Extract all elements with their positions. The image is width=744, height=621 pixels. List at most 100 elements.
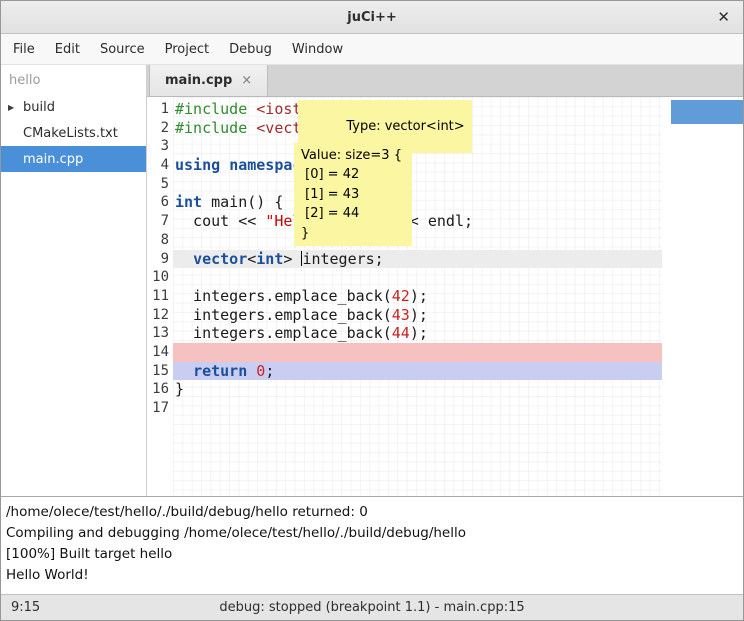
line-number: 9 xyxy=(147,250,173,269)
minimap-thumb[interactable] xyxy=(671,100,743,124)
window-close-icon[interactable]: ✕ xyxy=(717,8,730,26)
tab-main-cpp[interactable]: main.cpp × xyxy=(149,65,268,96)
code-token: vector xyxy=(193,250,247,268)
file-tree-panel: hello ▶ build CMakeLists.txt main.cpp xyxy=(1,65,147,496)
code-token: return xyxy=(193,362,247,380)
editor-pane: main.cpp× 1234567891011121314151617 #inc… xyxy=(147,65,743,496)
terminal-output[interactable]: /home/olece/test/hello/./build/debug/hel… xyxy=(1,496,743,594)
code-token xyxy=(175,362,193,380)
code-token: 0 xyxy=(256,362,265,380)
tab-bar: main.cpp × xyxy=(147,65,743,97)
line-number: 10 xyxy=(147,268,173,287)
line-number: 1 xyxy=(147,100,173,119)
code-line-12[interactable]: integers.emplace_back(43); xyxy=(173,306,662,325)
title-bar[interactable]: juCi++ ✕ xyxy=(1,1,743,34)
code-token: #include xyxy=(175,119,247,137)
terminal-line: Compiling and debugging /home/olece/test… xyxy=(6,523,738,544)
file-tree-item-build[interactable]: ▶ build xyxy=(1,94,146,120)
code-token: ); xyxy=(410,324,428,342)
code-token: } xyxy=(175,380,184,398)
minimap[interactable] xyxy=(662,97,743,496)
expander-icon[interactable]: ▶ xyxy=(8,103,14,112)
line-number: 17 xyxy=(147,399,173,418)
file-tree-item-label: main.cpp xyxy=(23,152,83,167)
code-token: integers.emplace_back( xyxy=(175,324,392,342)
code-token: int xyxy=(256,250,283,268)
file-tree-item-label: CMakeLists.txt xyxy=(23,126,118,141)
menu-item-file[interactable]: File xyxy=(3,37,45,62)
code-line-9[interactable]: vector<int> integers; xyxy=(173,250,662,269)
editor[interactable]: 1234567891011121314151617 #include <iost… xyxy=(147,97,743,496)
terminal-line: /home/olece/test/hello/./build/debug/hel… xyxy=(6,502,738,523)
code-token xyxy=(247,100,256,118)
code-token: 42 xyxy=(392,287,410,305)
project-root-label[interactable]: hello xyxy=(1,65,146,94)
line-number: 13 xyxy=(147,324,173,343)
code-line-4[interactable]: using namespace std; xyxy=(173,156,662,175)
code-token: main() { xyxy=(202,193,283,211)
code-token xyxy=(220,156,229,174)
code-line-11[interactable]: integers.emplace_back(42); xyxy=(173,287,662,306)
code-line-17[interactable] xyxy=(173,399,662,418)
line-number: 2 xyxy=(147,119,173,138)
menu-item-debug[interactable]: Debug xyxy=(219,37,282,62)
line-number-gutter: 1234567891011121314151617 xyxy=(147,97,173,496)
code-line-5[interactable] xyxy=(173,175,662,194)
tab-label: main.cpp xyxy=(165,73,232,88)
code-token: int xyxy=(175,193,202,211)
debug-value-line: [1] = 43 xyxy=(301,185,405,204)
file-tree-item-main-cpp[interactable]: main.cpp xyxy=(1,146,146,172)
code-token: ); xyxy=(410,306,428,324)
menu-item-edit[interactable]: Edit xyxy=(45,37,90,62)
code-line-8[interactable] xyxy=(173,231,662,250)
code-token: 43 xyxy=(392,306,410,324)
app-window: juCi++ ✕ FileEditSourceProjectDebugWindo… xyxy=(0,0,744,621)
menu-item-window[interactable]: Window xyxy=(282,37,353,62)
code-token: using xyxy=(175,156,220,174)
code-line-6[interactable]: int main() { xyxy=(173,193,662,212)
line-number: 3 xyxy=(147,137,173,156)
code-token: integers.emplace_back( xyxy=(175,306,392,324)
debug-value-tooltip: Value: size=3 { [0] = 42 [1] = 43 [2] = … xyxy=(294,143,412,246)
file-tree: ▶ build CMakeLists.txt main.cpp xyxy=(1,94,146,172)
debug-value-line: Value: size=3 { xyxy=(301,146,405,165)
code-token: #include xyxy=(175,100,247,118)
debug-value-line: } xyxy=(301,224,405,243)
line-number: 6 xyxy=(147,193,173,212)
status-bar: debug: stopped (breakpoint 1.1) - main.c… xyxy=(1,594,743,620)
line-number: 7 xyxy=(147,212,173,231)
code-token: integers.emplace_back( xyxy=(175,287,392,305)
terminal-line: Hello World! xyxy=(6,565,738,586)
line-number: 5 xyxy=(147,175,173,194)
code-token: < xyxy=(247,250,256,268)
menu-item-source[interactable]: Source xyxy=(90,37,155,62)
tab-close-icon[interactable]: × xyxy=(241,73,252,88)
line-number: 15 xyxy=(147,362,173,381)
code-token: cout << xyxy=(175,212,265,230)
main-split: hello ▶ build CMakeLists.txt main.cpp main.… xyxy=(1,65,743,496)
debug-status: debug: stopped (breakpoint 1.1) - main.c… xyxy=(1,600,743,615)
file-tree-item-cmakelists-txt[interactable]: CMakeLists.txt xyxy=(1,120,146,146)
line-number: 4 xyxy=(147,156,173,175)
file-tree-item-label: build xyxy=(23,100,55,115)
code-line-10[interactable] xyxy=(173,268,662,287)
line-number: 14 xyxy=(147,343,173,362)
code-line-7[interactable]: cout << "Hello World!" << endl; xyxy=(173,212,662,231)
cursor-position: 9:15 xyxy=(11,600,40,615)
code-line-15[interactable]: return 0; xyxy=(173,362,662,381)
debug-value-line: [0] = 42 xyxy=(301,165,405,184)
code-line-13[interactable]: integers.emplace_back(44); xyxy=(173,324,662,343)
menu-item-project[interactable]: Project xyxy=(155,37,219,62)
code-token xyxy=(247,362,256,380)
line-number: 11 xyxy=(147,287,173,306)
debug-type-text: Type: vector<int> xyxy=(346,119,464,134)
debug-value-line: [2] = 44 xyxy=(301,204,405,223)
menu-bar: FileEditSourceProjectDebugWindow xyxy=(1,34,743,65)
code-area[interactable]: #include <iostream>#include <vector>usin… xyxy=(173,97,662,496)
code-token xyxy=(175,250,193,268)
line-number: 8 xyxy=(147,231,173,250)
terminal-line: [100%] Built target hello xyxy=(6,544,738,565)
code-line-16[interactable]: } xyxy=(173,380,662,399)
code-token: 44 xyxy=(392,324,410,342)
code-line-14[interactable] xyxy=(173,343,662,362)
